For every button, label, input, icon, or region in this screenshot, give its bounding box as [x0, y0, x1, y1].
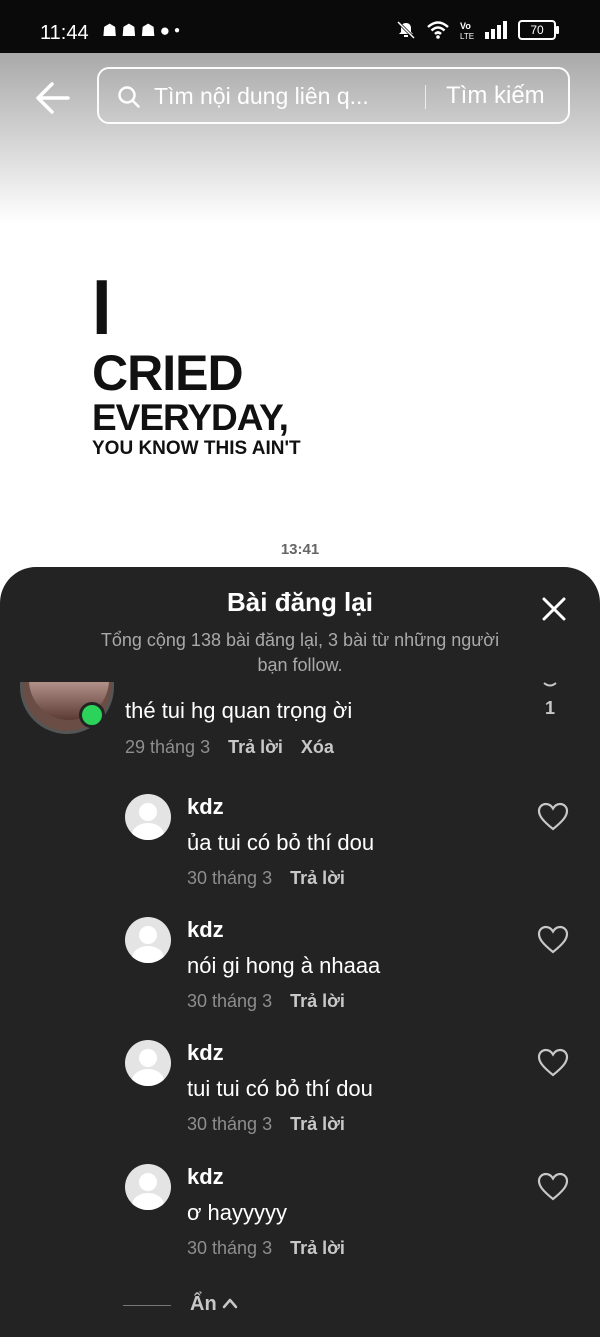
messenger-icon: ●	[159, 21, 175, 40]
search-bar[interactable]: Tìm nội dung liên q... Tìm kiếm	[97, 67, 570, 124]
back-arrow-icon[interactable]	[32, 80, 72, 116]
post-art-line: EVERYDAY,	[92, 397, 289, 438]
header: Tìm nội dung liên q... Tìm kiếm	[0, 53, 600, 223]
comment-text: thé tui hg quan trọng ời	[125, 698, 353, 723]
snapchat-icon: ☗	[121, 21, 141, 40]
reply-button[interactable]: Trả lời	[290, 991, 345, 1011]
heart-icon[interactable]	[537, 925, 569, 955]
comment-list[interactable]: thé tui hg quan trọng ời 29 tháng 3 Trả l…	[0, 682, 600, 1337]
reply-button[interactable]: Trả lời	[290, 1114, 345, 1134]
reply-date: 30 tháng 3	[187, 1238, 273, 1258]
heart-icon[interactable]	[542, 682, 558, 688]
reply-meta: 30 tháng 3 Trả lời	[187, 1238, 345, 1259]
post-image-text: I CRIED EVERYDAY, YOU KNOW THIS AIN'T	[92, 263, 301, 460]
status-bar: 11:44 ☗☗☗●● Vo LTE 70	[0, 0, 600, 53]
search-submit-button[interactable]: Tìm kiếm	[446, 82, 545, 110]
reply-meta: 30 tháng 3 Trả lời	[187, 868, 345, 889]
reply-item: kdz nói gi hong à nhaaa 30 tháng 3 Trả lờ…	[0, 917, 600, 1027]
avatar[interactable]	[125, 917, 171, 963]
wifi-icon	[427, 21, 449, 39]
reply-text: tui tui có bỏ thí dou	[187, 1076, 373, 1101]
reply-text: nói gi hong à nhaaa	[187, 953, 381, 978]
chevron-up-icon	[222, 1298, 238, 1309]
reply-text: ủa tui có bỏ thí dou	[187, 830, 375, 855]
reply-item: kdz tui tui có bỏ thí dou 30 tháng 3 Trả …	[0, 1040, 600, 1150]
reply-username[interactable]: kdz	[187, 917, 224, 943]
avatar[interactable]	[125, 794, 171, 840]
close-icon[interactable]	[542, 597, 566, 621]
online-status-dot	[79, 702, 105, 728]
reply-date: 30 tháng 3	[187, 991, 273, 1011]
svg-text:LTE: LTE	[460, 32, 474, 40]
signal-icon	[485, 21, 507, 39]
reply-meta: 30 tháng 3 Trả lời	[187, 1114, 345, 1135]
comment-meta: 29 tháng 3 Trả lời Xóa	[125, 737, 334, 758]
reply-button[interactable]: Trả lời	[290, 868, 345, 888]
snapchat-icon: ☗	[102, 21, 122, 40]
post-art-line: CRIED	[92, 345, 244, 401]
hide-replies-button[interactable]: Ẩn	[0, 1285, 600, 1325]
delete-button[interactable]: Xóa	[301, 737, 334, 757]
status-right: Vo LTE 70	[396, 20, 559, 40]
avatar[interactable]	[125, 1164, 171, 1210]
reply-date: 30 tháng 3	[187, 1114, 273, 1134]
heart-icon[interactable]	[537, 1172, 569, 1202]
notification-icons: ☗☗☗●●	[102, 21, 184, 41]
dot-icon: ●	[174, 25, 185, 36]
heart-icon[interactable]	[537, 1048, 569, 1078]
reply-button[interactable]: Trả lời	[290, 1238, 345, 1258]
reply-meta: 30 tháng 3 Trả lời	[187, 991, 345, 1012]
sheet-title: Bài đăng lại	[227, 587, 373, 617]
post-timestamp: 13:41	[280, 541, 320, 558]
reply-username[interactable]: kdz	[187, 1164, 224, 1190]
repost-sheet: Bài đăng lại Tổng cộng 138 bài đăng lại,…	[0, 567, 600, 1337]
reply-item: kdz ơ hayyyyy 30 tháng 3 Trả lời	[0, 1164, 600, 1274]
reply-username[interactable]: kdz	[187, 794, 224, 820]
svg-text:Vo: Vo	[460, 21, 471, 31]
search-input[interactable]: Tìm nội dung liên q...	[154, 83, 409, 110]
volte-icon: VoLTE	[460, 21, 474, 40]
mute-icon	[396, 20, 416, 40]
reply-button[interactable]: Trả lời	[228, 737, 283, 757]
hide-replies-label[interactable]: Ẩn	[190, 1293, 217, 1316]
reply-username[interactable]: kdz	[187, 1040, 224, 1066]
post-art-line: I	[92, 263, 112, 351]
reply-item: kdz ủa tui có bỏ thí dou 30 tháng 3 Trả l…	[0, 794, 600, 904]
search-divider	[425, 85, 426, 109]
battery-icon: 70	[518, 20, 559, 40]
post-art-line: YOU KNOW THIS AIN'T	[92, 438, 301, 459]
search-icon	[118, 86, 140, 108]
reply-text: ơ hayyyyy	[187, 1200, 288, 1225]
heart-icon[interactable]	[537, 802, 569, 832]
like-area[interactable]: 1	[540, 682, 560, 719]
sheet-subtitle: Tổng cộng 138 bài đăng lại, 3 bài từ nhữ…	[100, 630, 500, 675]
divider	[123, 1305, 171, 1306]
snapchat-icon: ☗	[140, 21, 160, 40]
like-count: 1	[544, 698, 555, 718]
comment-date: 29 tháng 3	[125, 737, 211, 757]
reply-date: 30 tháng 3	[187, 868, 273, 888]
status-time: 11:44	[40, 22, 89, 44]
avatar[interactable]	[125, 1040, 171, 1086]
